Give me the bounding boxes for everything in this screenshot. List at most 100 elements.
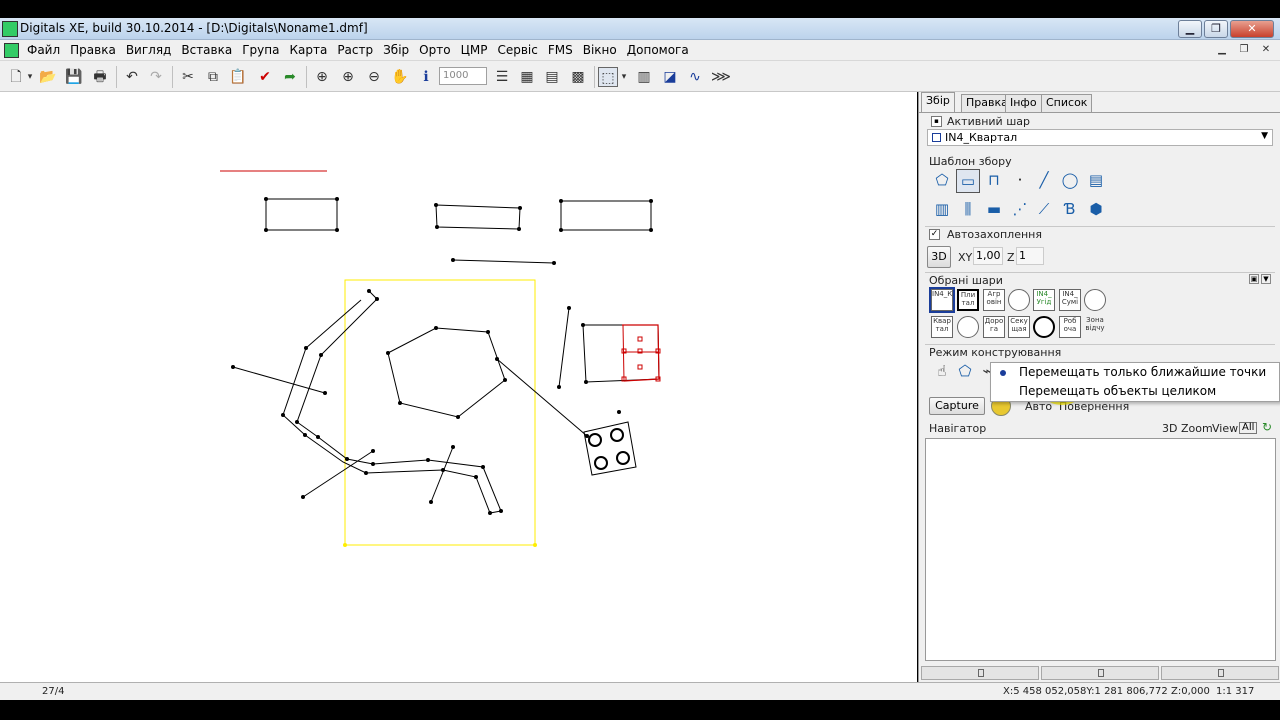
properties-icon[interactable]: ▤	[542, 67, 562, 87]
panel-splitter-1[interactable]	[921, 666, 1039, 680]
hatch-icon[interactable]: ⋙	[711, 67, 731, 87]
hexagon-object[interactable]	[387, 327, 506, 418]
menu-file[interactable]: Файл	[27, 43, 60, 57]
quad-object[interactable]	[582, 324, 660, 383]
popup-option-nearest-points[interactable]: Перемещать только ближайшие точки	[1019, 365, 1266, 379]
open-folder-icon[interactable]: 📂	[38, 67, 58, 87]
line-tool-icon[interactable]: ╱	[1032, 169, 1056, 193]
layer-slot[interactable]: Пли тал	[957, 289, 979, 311]
line-object-1[interactable]	[452, 259, 555, 264]
line-object-3[interactable]	[232, 366, 326, 394]
hand-mode-icon[interactable]: ☝	[930, 360, 954, 384]
traffic-icon[interactable]: ▥	[634, 67, 654, 87]
circle-tool-icon[interactable]: ◯	[1058, 169, 1082, 193]
lock-icon[interactable]: ▣	[1249, 274, 1259, 284]
mdi-restore-icon[interactable]: ❐	[1236, 43, 1252, 57]
tab-list[interactable]: Список	[1041, 94, 1093, 112]
menu-ortho[interactable]: Орто	[419, 43, 450, 57]
capture-button[interactable]: Capture	[929, 397, 985, 415]
layer-circle-icon[interactable]	[1008, 289, 1030, 311]
nav-zoom-toggle[interactable]: Zoom	[1181, 422, 1213, 435]
layer-slot[interactable]: Агр овін	[983, 289, 1005, 311]
menu-collect[interactable]: Збір	[383, 43, 409, 57]
panel-splitter-3[interactable]	[1161, 666, 1279, 680]
menu-raster[interactable]: Растр	[337, 43, 373, 57]
layer-circle-icon[interactable]	[1084, 289, 1106, 311]
redo-icon[interactable]: ↷	[146, 67, 166, 87]
menu-service[interactable]: Сервіс	[497, 43, 537, 57]
line-object-6[interactable]	[558, 307, 570, 388]
print-icon[interactable]: 🖶	[90, 67, 110, 87]
chevron-down-icon[interactable]: ▼	[1261, 274, 1271, 284]
zoom-out-icon[interactable]: ⊖	[364, 67, 384, 87]
minimize-icon[interactable]: ▁	[1178, 20, 1202, 38]
red-vertex-markers[interactable]	[621, 336, 661, 382]
tab-collect[interactable]: Збір	[921, 92, 955, 112]
bar-tool-icon[interactable]: ▬	[982, 198, 1006, 222]
layers-icon[interactable]: ☰	[492, 67, 512, 87]
menu-insert[interactable]: Вставка	[181, 43, 232, 57]
copy-icon[interactable]: ⧉	[203, 67, 223, 87]
new-file-icon[interactable]: 🗋	[6, 67, 26, 87]
apply-arrow-icon[interactable]: ➦	[280, 67, 300, 87]
building-tool-icon[interactable]: ⊓	[982, 169, 1006, 193]
curve-icon[interactable]: ∿	[685, 67, 705, 87]
select-dropdown-icon[interactable]: ▾	[618, 67, 630, 87]
zoom-in-icon[interactable]: ⊕	[338, 67, 358, 87]
line-object-5[interactable]	[430, 446, 454, 503]
dotted-line-tool-icon[interactable]: ⋰	[1008, 198, 1032, 222]
point-tool-icon[interactable]: ·	[1008, 169, 1032, 193]
line-object-2[interactable]	[496, 358, 588, 437]
segment-tool-icon[interactable]: ⟋	[1032, 198, 1056, 222]
info-icon[interactable]: ℹ	[416, 67, 436, 87]
maximize-icon[interactable]: ❐	[1204, 20, 1228, 38]
scale-input[interactable]: 1000	[439, 67, 487, 85]
layer-slot[interactable]: Квар тал	[931, 316, 953, 338]
panel-splitter-2[interactable]	[1041, 666, 1159, 680]
menu-group[interactable]: Група	[242, 43, 279, 57]
close-icon[interactable]: ✕	[1230, 20, 1274, 38]
road-polygon[interactable]	[282, 290, 502, 514]
curve-b-tool-icon[interactable]: Ɓ	[1058, 198, 1082, 222]
circle-group[interactable]	[588, 428, 630, 470]
active-layer-select[interactable]: IN4_Квартал ▼	[927, 129, 1273, 146]
polygon-mode-icon[interactable]: ⬠	[953, 360, 977, 384]
check-icon[interactable]: ✔	[255, 67, 275, 87]
zoom-window-icon[interactable]: ⊕	[312, 67, 332, 87]
xy-input[interactable]: 1,00	[973, 247, 1003, 265]
layer-circle-icon[interactable]	[1033, 316, 1055, 338]
refresh-icon[interactable]: ↻	[1262, 420, 1272, 434]
menu-map[interactable]: Карта	[289, 43, 327, 57]
nav-view-toggle[interactable]: View	[1212, 422, 1238, 435]
mdi-close-icon[interactable]: ✕	[1258, 43, 1274, 57]
save-icon[interactable]: 💾	[64, 67, 84, 87]
navigator-view[interactable]	[925, 438, 1276, 661]
nav-3d-toggle[interactable]: 3D	[1162, 422, 1177, 435]
autocapture-checkbox[interactable]: ✓	[929, 229, 940, 240]
menu-help[interactable]: Допомога	[627, 43, 689, 57]
document-icon[interactable]	[4, 43, 19, 58]
layer-slot[interactable]: Доро га	[983, 316, 1005, 338]
mdi-minimize-icon[interactable]: ▁	[1214, 43, 1230, 57]
collapse-icon[interactable]: ▪	[931, 116, 942, 127]
menu-window[interactable]: Вікно	[583, 43, 617, 57]
pan-hand-icon[interactable]: ✋	[390, 67, 410, 87]
rectangle-object-2[interactable]	[435, 204, 521, 230]
layer-slot[interactable]: IN4_ Сумі	[1059, 289, 1081, 311]
fence-tool-icon[interactable]: ▥	[930, 198, 954, 222]
polygon-tool-icon[interactable]: ⬠	[930, 169, 954, 193]
menu-view[interactable]: Вигляд	[126, 43, 172, 57]
raster-icon[interactable]: ◪	[660, 67, 680, 87]
drawing-svg[interactable]	[0, 92, 917, 682]
tab-info[interactable]: Інфо	[1005, 94, 1042, 112]
layer-slot[interactable]: Роб оча	[1059, 316, 1081, 338]
paste-icon[interactable]: 📋	[228, 67, 248, 87]
layer-slot[interactable]: Зона відчу	[1084, 316, 1106, 338]
new-dropdown-icon[interactable]: ▾	[24, 67, 36, 87]
cut-icon[interactable]: ✂	[178, 67, 198, 87]
undo-icon[interactable]: ↶	[122, 67, 142, 87]
layer-slot[interactable]: IN4_ Угід	[1033, 289, 1055, 311]
circle-group-frame[interactable]	[583, 421, 637, 476]
layer-slot[interactable]: IN4_Ква	[929, 287, 955, 313]
rectangle-object-1[interactable]	[265, 198, 338, 231]
